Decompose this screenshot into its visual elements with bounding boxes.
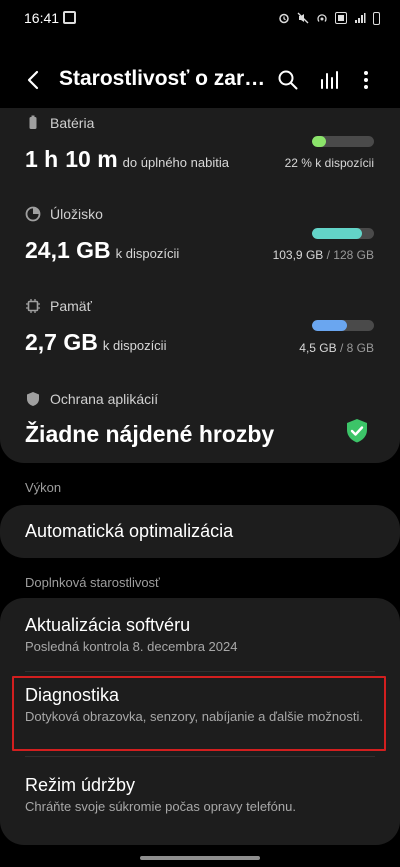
more-options-icon[interactable] bbox=[354, 68, 378, 92]
auto-optimization-item[interactable]: Automatická optimalizácia bbox=[0, 505, 400, 558]
navigation-gesture-bar[interactable] bbox=[140, 856, 260, 860]
memory-total: / 8 GB bbox=[339, 341, 374, 355]
statistics-icon[interactable] bbox=[318, 68, 342, 92]
status-bar: 16:41 bbox=[0, 0, 400, 36]
maintenance-mode-item[interactable]: Režim údržby Chráňte svoje súkromie poča… bbox=[0, 761, 400, 841]
page-title: Starostlivosť o zariadenie bbox=[59, 67, 269, 90]
maintenance-mode-subtitle: Chráňte svoje súkromie počas opravy tele… bbox=[25, 799, 296, 814]
battery-icon bbox=[29, 115, 37, 129]
performance-section-header: Výkon bbox=[25, 480, 62, 495]
search-icon[interactable] bbox=[276, 68, 300, 92]
additional-care-section-header: Doplnková starostlivosť bbox=[25, 575, 160, 590]
divider bbox=[25, 671, 375, 672]
battery-level-bar bbox=[312, 136, 374, 147]
battery-level-fill bbox=[312, 136, 326, 147]
memory-used: 4,5 GB bbox=[299, 341, 337, 355]
battery-hours: 1 h bbox=[25, 146, 59, 172]
storage-level-bar bbox=[312, 228, 374, 239]
memory-level-fill bbox=[312, 320, 347, 331]
battery-available-label: 22 % k dispozícii bbox=[284, 156, 374, 170]
shield-icon bbox=[27, 392, 39, 406]
signal-icon bbox=[355, 13, 366, 23]
memory-suffix: k dispozícii bbox=[102, 338, 167, 353]
auto-optimization-title: Automatická optimalizácia bbox=[25, 521, 234, 541]
battery-caption: Batéria bbox=[50, 115, 95, 131]
storage-level-fill bbox=[312, 228, 363, 239]
memory-value: 2,7 GB bbox=[25, 329, 98, 355]
diagnostics-highlight-box bbox=[12, 676, 386, 751]
status-card: Batéria 1 h 10 m do úplného nabitia 22 %… bbox=[0, 108, 400, 463]
alarm-icon bbox=[279, 13, 289, 24]
storage-suffix: k dispozícii bbox=[115, 246, 180, 261]
app-bar: Starostlivosť o zariadenie bbox=[0, 56, 400, 106]
storage-used: 103,9 GB bbox=[272, 248, 324, 262]
storage-usage-label: 103,9 GB / 128 GB bbox=[273, 248, 374, 262]
memory-chip-icon bbox=[26, 299, 40, 313]
shield-check-icon bbox=[347, 419, 367, 443]
storage-total: / 128 GB bbox=[326, 248, 374, 262]
status-time: 16:41 bbox=[24, 10, 60, 26]
status-icons bbox=[278, 10, 380, 26]
software-update-title: Aktualizácia softvéru bbox=[25, 615, 191, 635]
memory-usage-label: 4,5 GB / 8 GB bbox=[299, 341, 374, 355]
storage-caption: Úložisko bbox=[50, 206, 103, 222]
battery-minutes: 10 m bbox=[65, 146, 118, 172]
back-arrow-icon[interactable] bbox=[22, 68, 46, 92]
battery-suffix: do úplného nabitia bbox=[122, 155, 229, 170]
hotspot-icon bbox=[317, 14, 327, 22]
mute-icon bbox=[297, 12, 309, 24]
software-update-subtitle: Posledná kontrola 8. decembra 2024 bbox=[25, 639, 238, 654]
app-protection-status: Žiadne nájdené hrozby bbox=[25, 421, 275, 447]
storage-value: 24,1 GB bbox=[25, 237, 111, 263]
memory-caption: Pamäť bbox=[50, 298, 92, 314]
gallery-notification-icon bbox=[63, 11, 76, 24]
divider bbox=[25, 756, 375, 757]
software-update-item[interactable]: Aktualizácia softvéru Posledná kontrola … bbox=[0, 598, 400, 670]
app-protection-caption: Ochrana aplikácií bbox=[50, 391, 159, 407]
memory-level-bar bbox=[312, 320, 374, 331]
maintenance-mode-title: Režim údržby bbox=[25, 775, 136, 795]
volte-icon bbox=[335, 12, 347, 24]
storage-icon bbox=[25, 206, 41, 222]
battery-status-icon bbox=[373, 11, 380, 25]
